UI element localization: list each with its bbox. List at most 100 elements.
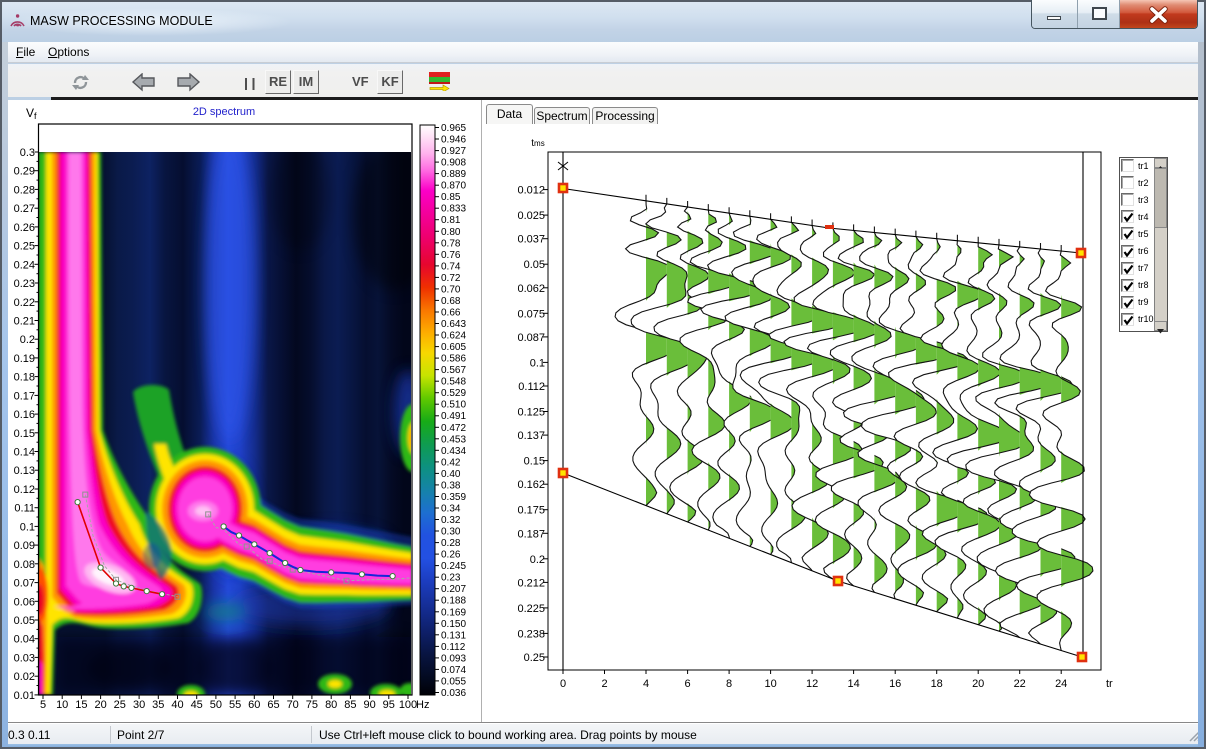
svg-text:0.833: 0.833 <box>441 204 466 215</box>
svg-text:0.025: 0.025 <box>517 210 545 222</box>
svg-text:0.08: 0.08 <box>14 559 35 571</box>
svg-text:0.07: 0.07 <box>14 578 35 590</box>
svg-text:0.25: 0.25 <box>14 241 35 253</box>
svg-text:0.15: 0.15 <box>524 456 545 468</box>
svg-text:45: 45 <box>191 699 203 711</box>
svg-text:0.012: 0.012 <box>517 185 545 197</box>
svg-text:0.81: 0.81 <box>441 215 461 226</box>
svg-text:25: 25 <box>114 699 126 711</box>
svg-text:2D spectrum: 2D spectrum <box>193 106 255 118</box>
svg-text:55: 55 <box>229 699 241 711</box>
svg-text:0.2: 0.2 <box>530 554 545 566</box>
svg-text:50: 50 <box>210 699 222 711</box>
svg-text:0.38: 0.38 <box>441 480 461 491</box>
svg-text:Hz: Hz <box>416 699 429 711</box>
svg-text:0.207: 0.207 <box>441 584 466 595</box>
svg-text:0.78: 0.78 <box>441 238 461 249</box>
svg-text:15: 15 <box>75 699 87 711</box>
svg-text:10: 10 <box>56 699 68 711</box>
svg-text:0.76: 0.76 <box>441 250 461 261</box>
svg-text:0.927: 0.927 <box>441 146 466 157</box>
svg-text:0.12: 0.12 <box>14 484 35 496</box>
svg-text:0.26: 0.26 <box>14 222 35 234</box>
svg-text:0.2: 0.2 <box>20 334 35 346</box>
svg-text:95: 95 <box>383 699 395 711</box>
svg-text:0.175: 0.175 <box>517 505 545 517</box>
svg-text:0.18: 0.18 <box>14 372 35 384</box>
svg-text:0.02: 0.02 <box>14 671 35 683</box>
svg-text:0.28: 0.28 <box>441 538 461 549</box>
svg-text:0.946: 0.946 <box>441 135 466 146</box>
svg-text:0.187: 0.187 <box>517 528 545 540</box>
svg-text:0.42: 0.42 <box>441 457 461 468</box>
svg-text:8: 8 <box>726 678 732 690</box>
svg-text:0.22: 0.22 <box>14 297 35 309</box>
svg-text:0.1: 0.1 <box>530 357 545 369</box>
svg-text:0.66: 0.66 <box>441 308 461 319</box>
svg-text:75: 75 <box>306 699 318 711</box>
svg-text:0.529: 0.529 <box>441 388 466 399</box>
svg-text:0.870: 0.870 <box>441 181 466 192</box>
svg-text:20: 20 <box>94 699 106 711</box>
svg-text:0.889: 0.889 <box>441 169 466 180</box>
svg-text:0.238: 0.238 <box>517 628 545 640</box>
svg-text:0.225: 0.225 <box>517 603 545 615</box>
svg-text:22: 22 <box>1014 678 1026 690</box>
svg-text:0.075: 0.075 <box>517 308 545 320</box>
svg-text:65: 65 <box>267 699 279 711</box>
svg-text:0.29: 0.29 <box>14 166 35 178</box>
svg-text:40: 40 <box>171 699 183 711</box>
svg-text:0.1: 0.1 <box>20 521 35 533</box>
svg-text:0.68: 0.68 <box>441 296 461 307</box>
svg-text:0.434: 0.434 <box>441 446 466 457</box>
svg-text:0.112: 0.112 <box>518 381 545 393</box>
svg-text:0.055: 0.055 <box>441 676 466 687</box>
svg-text:85: 85 <box>344 699 356 711</box>
svg-text:0.28: 0.28 <box>14 184 35 196</box>
svg-text:5: 5 <box>40 699 46 711</box>
svg-text:0.131: 0.131 <box>441 630 466 641</box>
svg-text:0.16: 0.16 <box>14 409 35 421</box>
svg-text:0.70: 0.70 <box>441 284 461 295</box>
svg-text:Vf: Vf <box>26 106 37 121</box>
svg-text:18: 18 <box>931 678 943 690</box>
svg-text:0.03: 0.03 <box>14 652 35 664</box>
svg-text:0.23: 0.23 <box>14 278 35 290</box>
svg-text:0.212: 0.212 <box>517 577 545 589</box>
svg-text:0.04: 0.04 <box>14 634 35 646</box>
svg-text:0.453: 0.453 <box>441 434 466 445</box>
svg-text:10: 10 <box>764 678 776 690</box>
svg-text:0.036: 0.036 <box>441 688 466 699</box>
svg-text:0.24: 0.24 <box>14 259 35 271</box>
svg-text:0.25: 0.25 <box>524 652 545 664</box>
svg-text:0.19: 0.19 <box>14 353 35 365</box>
svg-text:0.510: 0.510 <box>441 400 466 411</box>
svg-text:0.23: 0.23 <box>441 573 461 584</box>
svg-text:90: 90 <box>363 699 375 711</box>
svg-text:0.74: 0.74 <box>441 261 461 272</box>
svg-text:0.087: 0.087 <box>517 332 545 344</box>
svg-text:0.472: 0.472 <box>441 423 466 434</box>
svg-text:6: 6 <box>685 678 691 690</box>
svg-text:0.062: 0.062 <box>517 283 545 295</box>
svg-text:0.14: 0.14 <box>14 447 35 459</box>
svg-text:0.72: 0.72 <box>441 273 461 284</box>
svg-text:0.548: 0.548 <box>441 377 466 388</box>
svg-text:0.125: 0.125 <box>517 407 545 419</box>
svg-text:0.112: 0.112 <box>441 642 466 653</box>
svg-text:0.643: 0.643 <box>441 319 466 330</box>
svg-text:0: 0 <box>560 678 566 690</box>
svg-text:100: 100 <box>399 699 417 711</box>
svg-text:0.491: 0.491 <box>441 411 466 422</box>
svg-text:0.093: 0.093 <box>441 653 466 664</box>
svg-text:0.150: 0.150 <box>441 619 466 630</box>
svg-text:tr: tr <box>1106 678 1113 690</box>
svg-text:0.17: 0.17 <box>14 390 35 402</box>
svg-text:60: 60 <box>248 699 260 711</box>
svg-text:0.32: 0.32 <box>441 515 461 526</box>
svg-text:0.965: 0.965 <box>441 123 466 134</box>
svg-text:0.21: 0.21 <box>14 316 35 328</box>
svg-text:0.567: 0.567 <box>441 365 466 376</box>
svg-text:0.05: 0.05 <box>14 615 35 627</box>
svg-text:0.162: 0.162 <box>517 479 545 491</box>
